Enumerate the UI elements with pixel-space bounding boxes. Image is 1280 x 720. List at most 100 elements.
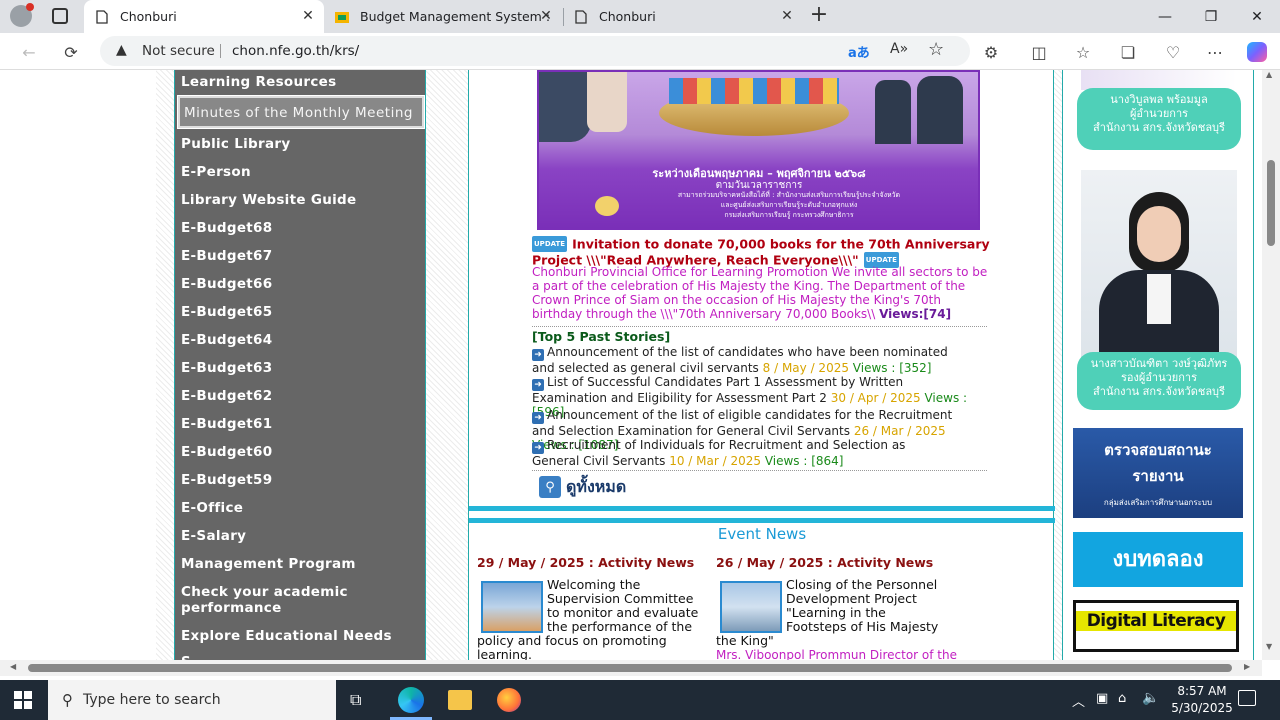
extensions-icon[interactable]: ⚙: [978, 39, 1004, 65]
volume-icon[interactable]: 🔈: [1142, 690, 1159, 706]
close-tab-icon[interactable]: ✕: [779, 8, 795, 24]
translate-icon[interactable]: aあ: [848, 42, 870, 61]
tab-chonburi-active[interactable]: Chonburi ✕: [84, 0, 324, 33]
tab-title: Budget Management System : Of: [360, 9, 550, 24]
featured-news-title[interactable]: Invitation to donate 70,000 books for th…: [532, 237, 990, 268]
sidebar-item-minutes-meeting[interactable]: Minutes of the Monthly Meeting: [184, 105, 413, 121]
favorites-icon[interactable]: ☆: [1070, 39, 1096, 65]
close-tab-icon[interactable]: ✕: [300, 8, 316, 24]
sidebar-item-learning-resources[interactable]: Learning Resources: [181, 74, 336, 90]
sidebar-item-e-budget68[interactable]: E-Budget68: [181, 220, 272, 236]
vertical-scrollbar[interactable]: ▲ ▼: [1262, 70, 1280, 660]
tray-chevron-icon[interactable]: ︿: [1072, 691, 1085, 710]
file-explorer-icon[interactable]: [448, 690, 472, 710]
sidebar-item-management-program[interactable]: Management Program: [181, 556, 356, 572]
address-toolbar: ← ⟳ ▲ Not secure chon.nfe.go.th/krs/ aあ …: [0, 33, 1280, 70]
tab-strip: Chonburi ✕ Budget Management System : Of…: [0, 0, 1280, 33]
tab-chonburi[interactable]: Chonburi ✕: [563, 0, 803, 33]
more-menu-icon[interactable]: ⋯: [1202, 39, 1228, 65]
top-stories-heading: [Top 5 Past Stories]: [532, 329, 671, 344]
ministry-emblem-icon: [595, 196, 619, 216]
event-subtitle: Mrs. Viboonpol Prommun Director of the: [716, 648, 957, 660]
restore-icon[interactable]: ❐: [1188, 0, 1234, 33]
sidebar-item-e-budget62[interactable]: E-Budget62: [181, 388, 272, 404]
story-item[interactable]: ➜ Announcement of the list of candidates …: [532, 345, 972, 375]
refresh-icon[interactable]: ⟳: [58, 39, 84, 65]
security-label[interactable]: Not secure: [142, 43, 215, 59]
horizontal-scrollbar[interactable]: ◀ ▶: [0, 660, 1262, 676]
page-icon: [94, 9, 110, 25]
event-title[interactable]: Closing of the Personnel Development Pro…: [716, 578, 941, 648]
notifications-icon[interactable]: [1238, 690, 1256, 706]
magnifier-icon: ⚲: [539, 476, 561, 498]
collections-icon[interactable]: ❏: [1115, 39, 1141, 65]
edge-browser-icon[interactable]: [398, 687, 424, 713]
close-window-icon[interactable]: ✕: [1234, 0, 1280, 33]
budget-favicon-icon: [334, 9, 350, 25]
sidebar-item-e-budget67[interactable]: E-Budget67: [181, 248, 272, 264]
sidebar-item-public-library[interactable]: Public Library: [181, 136, 290, 152]
arrow-right-icon: ➜: [532, 379, 544, 391]
sidebar-item-library-guide[interactable]: Library Website Guide: [181, 192, 356, 208]
search-icon: ⚲: [62, 691, 73, 709]
event-title[interactable]: Welcoming the Supervision Committee to m…: [477, 578, 702, 661]
sidebar-item-e-budget66[interactable]: E-Budget66: [181, 276, 272, 292]
arrow-right-icon: ➜: [532, 412, 544, 424]
profile-icon[interactable]: [10, 3, 34, 27]
sidebar-item-e-budget59[interactable]: E-Budget59: [181, 472, 272, 488]
sidebar-item-e-budget64[interactable]: E-Budget64: [181, 332, 272, 348]
main-content: ระหว่างเดือนพฤษภาคม – พฤศจิกายน ๒๕๖๘ ตาม…: [468, 70, 1055, 661]
tab-budget[interactable]: Budget Management System : Of ✕: [324, 0, 562, 33]
sidebar-item-educational-needs[interactable]: Explore Educational Needs: [181, 628, 392, 644]
report-status-banner[interactable]: ตรวจสอบสถานะ รายงาน กลุ่มส่งเสริมการศึกษ…: [1073, 428, 1243, 518]
deputy-director-caption: นางสาวบัณฑิตา วงษ์วุฒิภัทร รองผู้อำนวยการ…: [1077, 352, 1241, 410]
page-viewport: Learning Resources Minutes of the Monthl…: [0, 70, 1262, 660]
update-badge: UPDATE: [532, 236, 568, 252]
split-screen-icon[interactable]: ◫: [1026, 39, 1052, 65]
address-bar[interactable]: ▲ Not secure chon.nfe.go.th/krs/ aあ A» ☆: [100, 36, 970, 66]
network-icon[interactable]: ⌂: [1118, 691, 1126, 706]
favorite-star-icon[interactable]: ☆: [928, 39, 944, 60]
task-view-icon[interactable]: ⧉: [350, 690, 361, 710]
sidebar-item-e-budget61[interactable]: E-Budget61: [181, 416, 272, 432]
minimize-icon[interactable]: —: [1142, 0, 1188, 33]
sidebar-item-e-budget60[interactable]: E-Budget60: [181, 444, 272, 460]
event-date: 29 / May / 2025 : Activity News: [477, 555, 695, 570]
clock-time[interactable]: 8:57 AM: [1172, 684, 1232, 698]
clock-date[interactable]: 5/30/2025: [1166, 701, 1238, 715]
trial-budget-banner[interactable]: งบทดลอง: [1073, 532, 1243, 587]
event-news-heading: Event News: [717, 525, 807, 543]
start-windows-icon[interactable]: [14, 691, 32, 709]
horizontal-scroll-thumb[interactable]: [28, 664, 1232, 672]
digital-literacy-banner[interactable]: Digital Literacy: [1073, 600, 1239, 652]
sidebar-item-e-salary[interactable]: E-Salary: [181, 528, 246, 544]
arrow-right-icon: ➜: [532, 349, 544, 361]
read-aloud-icon[interactable]: A»: [890, 41, 908, 57]
firefox-icon[interactable]: [497, 688, 521, 712]
windows-taskbar: ⚲ Type here to search ⧉ ︿ ▣ ⌂ 🔈 8:57 AM …: [0, 680, 1280, 720]
sidebar-item-e-person[interactable]: E-Person: [181, 164, 251, 180]
performance-icon[interactable]: ♡: [1160, 39, 1186, 65]
copilot-icon[interactable]: [1244, 39, 1270, 65]
sidebar-item-e-budget65[interactable]: E-Budget65: [181, 304, 272, 320]
new-tab-icon[interactable]: +: [808, 4, 830, 28]
vertical-scroll-thumb[interactable]: [1267, 160, 1275, 246]
sidebar-item-e-office[interactable]: E-Office: [181, 500, 243, 516]
close-tab-icon[interactable]: ✕: [538, 8, 554, 24]
story-item[interactable]: ➜ Recruitment of Individuals for Recruitm…: [532, 438, 952, 468]
url-text[interactable]: chon.nfe.go.th/krs/: [232, 43, 359, 59]
tray-device-icon[interactable]: ▣: [1096, 691, 1108, 706]
director-photo: [1081, 70, 1237, 90]
sidebar-menu: Learning Resources Minutes of the Monthl…: [174, 70, 426, 660]
book-donation-banner[interactable]: ระหว่างเดือนพฤษภาคม – พฤศจิกายน ๒๕๖๘ ตาม…: [537, 70, 980, 230]
director-caption: นางวิบูลพล พร้อมมูล ผู้อำนวยการ สำนักงาน ส…: [1077, 88, 1241, 150]
view-all-button[interactable]: ⚲ ดูทั้งหมด: [539, 475, 626, 499]
sidebar-item-e-budget63[interactable]: E-Budget63: [181, 360, 272, 376]
tab-actions-icon[interactable]: [52, 8, 68, 24]
featured-news-body[interactable]: Chonburi Provincial Office for Learning …: [532, 265, 992, 321]
sidebar-item-academic-performance[interactable]: Check your academic performance: [181, 584, 361, 616]
right-sidebar: นางวิบูลพล พร้อมมูล ผู้อำนวยการ สำนักงาน ส…: [1062, 70, 1254, 660]
back-icon[interactable]: ←: [16, 39, 42, 65]
event-date: 26 / May / 2025 : Activity News: [716, 555, 934, 570]
taskbar-search-input[interactable]: ⚲ Type here to search: [48, 680, 336, 720]
